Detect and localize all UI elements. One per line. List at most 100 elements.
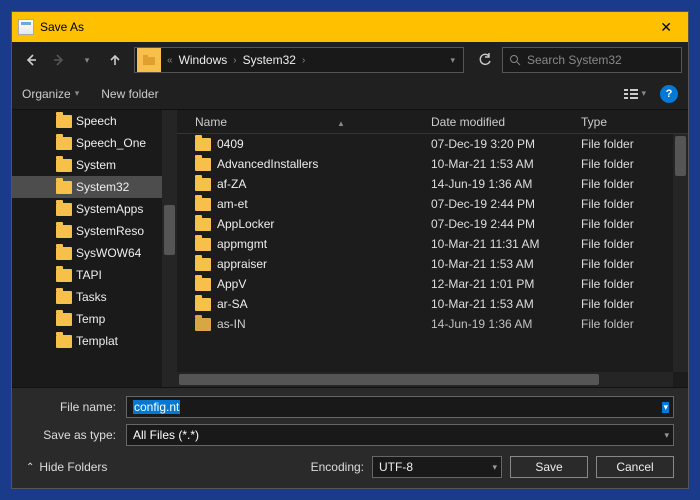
folder-tree[interactable]: Speech Speech_One System System32 SystemApps… xyxy=(12,110,177,387)
folder-icon xyxy=(56,291,72,304)
file-date: 07-Dec-19 3:20 PM xyxy=(431,137,581,151)
address-bar[interactable]: « Windows › System32 › ▾ xyxy=(134,47,464,73)
folder-icon xyxy=(195,218,211,231)
file-name: AdvancedInstallers xyxy=(217,157,318,171)
tree-scrollbar[interactable] xyxy=(162,110,177,387)
file-name: appmgmt xyxy=(217,237,267,251)
file-type: File folder xyxy=(581,297,688,311)
tree-item[interactable]: Temp xyxy=(12,308,177,330)
folder-icon xyxy=(56,159,72,172)
tree-item[interactable]: SystemApps xyxy=(12,198,177,220)
file-row[interactable]: ar-SA10-Mar-21 1:53 AMFile folder xyxy=(177,294,688,314)
folder-icon xyxy=(56,181,72,194)
file-name: am-et xyxy=(217,197,248,211)
cancel-button[interactable]: Cancel xyxy=(596,456,674,478)
chevron-up-icon: ⌃ xyxy=(26,462,34,473)
tree-item[interactable]: System xyxy=(12,154,177,176)
folder-icon xyxy=(195,198,211,211)
file-date: 14-Jun-19 1:36 AM xyxy=(431,177,581,191)
file-row[interactable]: as-IN14-Jun-19 1:36 AMFile folder xyxy=(177,314,688,334)
tree-item[interactable]: Tasks xyxy=(12,286,177,308)
save-button[interactable]: Save xyxy=(510,456,588,478)
bottom-panel: File name: config.nt ▾ Save as type: All… xyxy=(12,387,688,488)
file-row[interactable]: am-et 07-Dec-19 2:44 PMFile folder xyxy=(177,194,688,214)
file-date: 07-Dec-19 2:44 PM xyxy=(431,197,581,211)
tree-item-label: Speech xyxy=(76,114,117,128)
file-row[interactable]: appmgmt10-Mar-21 11:31 AMFile folder xyxy=(177,234,688,254)
column-date[interactable]: Date modified xyxy=(431,115,581,129)
tree-item-label: Speech_One xyxy=(76,136,146,150)
folder-icon xyxy=(56,335,72,348)
tree-item[interactable]: SysWOW64 xyxy=(12,242,177,264)
folder-icon xyxy=(195,298,211,311)
tree-item-label: TAPI xyxy=(76,268,102,282)
file-type: File folder xyxy=(581,197,688,211)
file-row[interactable]: AdvancedInstallers10-Mar-21 1:53 AMFile … xyxy=(177,154,688,174)
tree-item[interactable]: SystemReso xyxy=(12,220,177,242)
filename-input[interactable]: config.nt ▾ xyxy=(126,396,674,418)
view-options-button[interactable]: ▾ xyxy=(624,88,646,100)
close-button[interactable]: ✕ xyxy=(652,15,680,40)
notepad-icon xyxy=(18,19,34,35)
file-list: Name▲ Date modified Type 040907-Dec-19 3… xyxy=(177,110,688,387)
address-dropdown[interactable]: ▾ xyxy=(442,55,463,66)
folder-icon xyxy=(137,48,161,72)
chevron-down-icon[interactable]: ▾ xyxy=(662,402,669,413)
tree-item[interactable]: Templat xyxy=(12,330,177,352)
tree-item[interactable]: Speech_One xyxy=(12,132,177,154)
organize-menu[interactable]: Organize▾ xyxy=(22,87,79,101)
forward-button[interactable] xyxy=(46,47,72,73)
file-name: AppLocker xyxy=(217,217,274,231)
tree-item[interactable]: TAPI xyxy=(12,264,177,286)
column-name[interactable]: Name▲ xyxy=(177,115,431,129)
chevron-right-icon: › xyxy=(298,55,309,66)
up-button[interactable] xyxy=(102,47,128,73)
tree-item-label: SystemReso xyxy=(76,224,144,238)
folder-icon xyxy=(56,115,72,128)
new-folder-button[interactable]: New folder xyxy=(101,87,158,101)
file-type: File folder xyxy=(581,277,688,291)
sort-asc-icon: ▲ xyxy=(337,119,345,128)
hide-folders-button[interactable]: ⌃ Hide Folders xyxy=(26,460,107,474)
save-type-label: Save as type: xyxy=(26,428,126,442)
horizontal-scrollbar[interactable] xyxy=(177,372,673,387)
recent-dropdown[interactable]: ▾ xyxy=(74,47,100,73)
refresh-button[interactable] xyxy=(470,47,500,73)
save-type-select[interactable]: All Files (*.*) ▾ xyxy=(126,424,674,446)
chevron-right-icon: › xyxy=(229,55,240,66)
chevron-down-icon[interactable]: ▾ xyxy=(664,430,669,441)
breadcrumb-windows[interactable]: Windows xyxy=(177,53,230,67)
folder-icon xyxy=(56,203,72,216)
nav-bar: ▾ « Windows › System32 › ▾ Search System… xyxy=(12,42,688,78)
encoding-select[interactable]: UTF-8 ▾ xyxy=(372,456,502,478)
search-input[interactable]: Search System32 xyxy=(502,47,682,73)
tree-item[interactable]: Speech xyxy=(12,110,177,132)
file-date: 10-Mar-21 1:53 AM xyxy=(431,257,581,271)
column-type[interactable]: Type xyxy=(581,115,688,129)
help-button[interactable]: ? xyxy=(660,85,678,103)
tree-item-label: SystemApps xyxy=(76,202,143,216)
file-row[interactable]: 040907-Dec-19 3:20 PMFile folder xyxy=(177,134,688,154)
encoding-label: Encoding: xyxy=(311,460,364,474)
file-name: as-IN xyxy=(217,317,246,331)
file-row[interactable]: af-ZA14-Jun-19 1:36 AMFile folder xyxy=(177,174,688,194)
folder-icon xyxy=(56,313,72,326)
breadcrumb-prefix: « xyxy=(163,55,177,66)
folder-icon xyxy=(56,225,72,238)
vertical-scrollbar[interactable] xyxy=(673,134,688,372)
back-button[interactable] xyxy=(18,47,44,73)
breadcrumb-system32[interactable]: System32 xyxy=(241,53,298,67)
file-date: 10-Mar-21 1:53 AM xyxy=(431,157,581,171)
file-row[interactable]: AppLocker07-Dec-19 2:44 PMFile folder xyxy=(177,214,688,234)
tree-item[interactable]: System32 xyxy=(12,176,177,198)
search-icon xyxy=(509,54,521,66)
file-date: 10-Mar-21 11:31 AM xyxy=(431,237,581,251)
tree-item-label: System32 xyxy=(76,180,129,194)
tree-item-label: Tasks xyxy=(76,290,107,304)
chevron-down-icon[interactable]: ▾ xyxy=(492,462,497,473)
file-name: ar-SA xyxy=(217,297,248,311)
file-name: appraiser xyxy=(217,257,267,271)
file-type: File folder xyxy=(581,317,688,331)
file-row[interactable]: AppV12-Mar-21 1:01 PMFile folder xyxy=(177,274,688,294)
file-row[interactable]: appraiser10-Mar-21 1:53 AMFile folder xyxy=(177,254,688,274)
